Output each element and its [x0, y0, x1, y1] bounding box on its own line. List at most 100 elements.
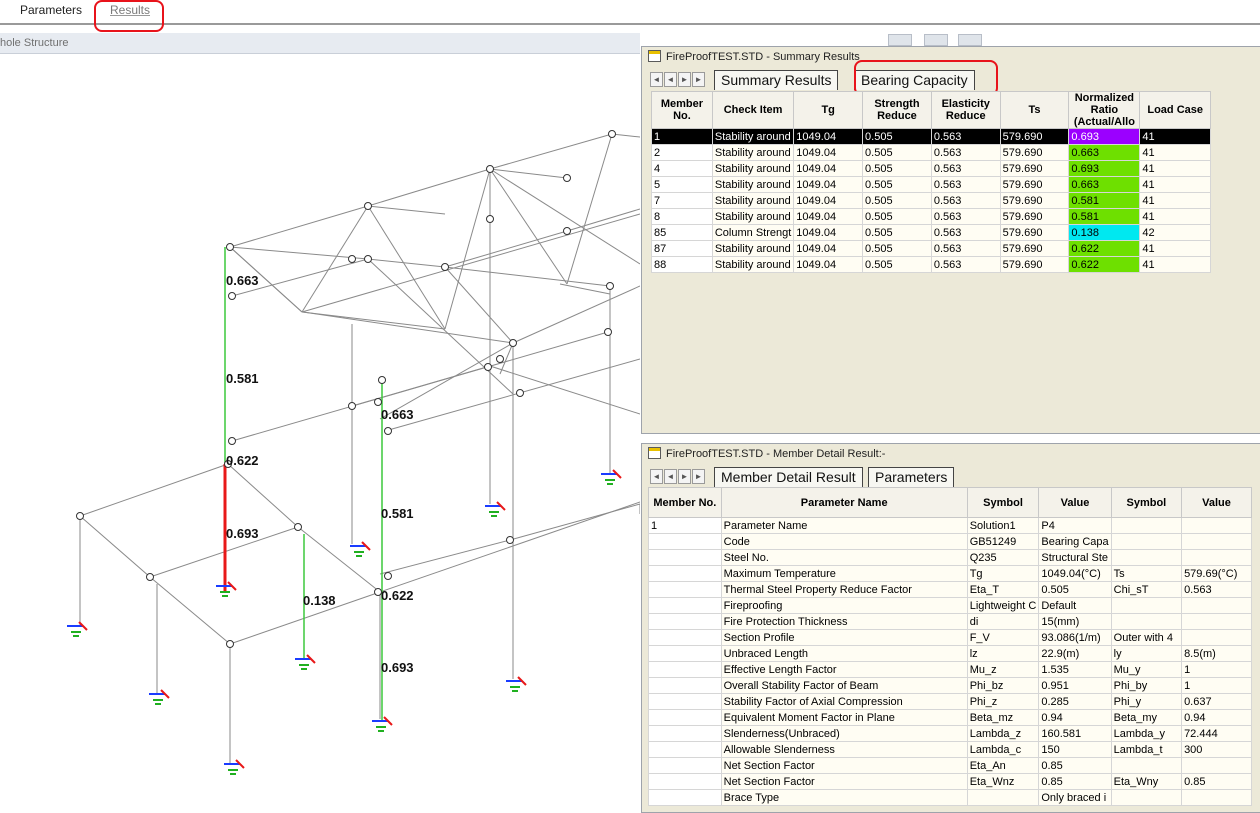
- detail-cell[interactable]: Lambda_c: [966, 741, 1040, 758]
- detail-cell[interactable]: Eta_T: [966, 581, 1040, 598]
- detail-cell[interactable]: Structural Ste: [1038, 549, 1112, 566]
- cell-ratio[interactable]: 0.581: [1068, 208, 1141, 225]
- detail-cell[interactable]: [966, 789, 1040, 806]
- cell-ratio[interactable]: 0.622: [1068, 256, 1141, 273]
- table-row[interactable]: Section Profile F_V 93.086(1/m) Outer with …: [648, 629, 1252, 646]
- detail-cell[interactable]: Phi_bz: [966, 677, 1040, 694]
- detail-cell[interactable]: 0.94: [1181, 709, 1252, 726]
- detail-cell[interactable]: Tg: [966, 565, 1040, 582]
- table-row[interactable]: Equivalent Moment Factor in Plane Beta_mz…: [648, 709, 1252, 726]
- detail-cell[interactable]: Fire Protection Thickness: [720, 613, 968, 630]
- detail-cell[interactable]: [648, 629, 722, 646]
- detail-cell[interactable]: [648, 565, 722, 582]
- cell-lc[interactable]: 41: [1139, 240, 1211, 257]
- detail-cell[interactable]: [1181, 517, 1252, 534]
- table-row[interactable]: Overall Stability Factor of Beam Phi_bz 0.…: [648, 677, 1252, 694]
- col-ts[interactable]: Ts: [999, 91, 1070, 129]
- cell-tg[interactable]: 1049.04: [793, 144, 864, 161]
- cell-tg[interactable]: 1049.04: [793, 192, 864, 209]
- col-check-item[interactable]: Check Item: [711, 91, 795, 129]
- cell-er[interactable]: 0.563: [930, 240, 1001, 257]
- cell-er[interactable]: 0.563: [930, 256, 1001, 273]
- detail-cell[interactable]: [1110, 789, 1183, 806]
- detail-cell[interactable]: Chi_sT: [1110, 581, 1183, 598]
- detail-cell[interactable]: [1181, 789, 1252, 806]
- detail-cell[interactable]: [648, 597, 722, 614]
- detail-cell[interactable]: Lambda_y: [1110, 725, 1183, 742]
- cell-member[interactable]: 5: [651, 176, 713, 193]
- cell-member[interactable]: 7: [651, 192, 713, 209]
- detail-cell[interactable]: Q235: [966, 549, 1040, 566]
- detail-cell[interactable]: 22.9(m): [1038, 645, 1112, 662]
- detail-cell[interactable]: Code: [720, 533, 968, 550]
- cell-item[interactable]: Stability around: [711, 128, 795, 145]
- cell-sr[interactable]: 0.505: [862, 176, 932, 193]
- detail-cell[interactable]: lz: [966, 645, 1040, 662]
- detail-cell[interactable]: [1110, 597, 1183, 614]
- detail-cell[interactable]: Mu_y: [1110, 661, 1183, 678]
- detail-cell[interactable]: Net Section Factor: [720, 757, 968, 774]
- col-strength-reduce[interactable]: Strength Reduce: [862, 91, 932, 129]
- detail-cell[interactable]: Steel No.: [720, 549, 968, 566]
- cell-ts[interactable]: 579.690: [999, 176, 1070, 193]
- col-parameter-name[interactable]: Parameter Name: [720, 487, 968, 518]
- table-row[interactable]: Stability Factor of Axial Compression Phi…: [648, 693, 1252, 710]
- detail-cell[interactable]: 300: [1181, 741, 1252, 758]
- cell-er[interactable]: 0.563: [930, 176, 1001, 193]
- cell-tg[interactable]: 1049.04: [793, 208, 864, 225]
- detail-cell[interactable]: di: [966, 613, 1040, 630]
- cell-item[interactable]: Stability around: [711, 256, 795, 273]
- detail-cell[interactable]: Only braced i: [1038, 789, 1112, 806]
- cell-ratio[interactable]: 0.693: [1068, 128, 1141, 145]
- tab-parameters[interactable]: Parameters: [20, 3, 82, 17]
- next-tab-icon[interactable]: ►: [678, 469, 691, 484]
- cell-tg[interactable]: 1049.04: [793, 256, 864, 273]
- detail-cell[interactable]: 0.85: [1038, 773, 1112, 790]
- detail-cell[interactable]: Brace Type: [720, 789, 968, 806]
- col-tg[interactable]: Tg: [793, 91, 864, 129]
- detail-cell[interactable]: [648, 581, 722, 598]
- detail-cell[interactable]: Phi_by: [1110, 677, 1183, 694]
- cell-ratio[interactable]: 0.622: [1068, 240, 1141, 257]
- detail-cell[interactable]: Overall Stability Factor of Beam: [720, 677, 968, 694]
- cell-er[interactable]: 0.563: [930, 144, 1001, 161]
- col-member-no[interactable]: Member No.: [648, 487, 722, 518]
- detail-cell[interactable]: GB51249: [966, 533, 1040, 550]
- table-row[interactable]: Net Section Factor Eta_An 0.85: [648, 757, 1252, 774]
- col-load-case[interactable]: Load Case: [1139, 91, 1211, 129]
- detail-cell[interactable]: 72.444: [1181, 725, 1252, 742]
- table-row[interactable]: 1 Parameter Name Solution1 P4: [648, 517, 1252, 534]
- table-row[interactable]: 8 Stability around 1049.04 0.505 0.563 579.69…: [651, 208, 1211, 225]
- detail-cell[interactable]: 15(mm): [1038, 613, 1112, 630]
- detail-cell[interactable]: Solution1: [966, 517, 1040, 534]
- detail-cell[interactable]: ly: [1110, 645, 1183, 662]
- detail-cell[interactable]: Thermal Steel Property Reduce Factor: [720, 581, 968, 598]
- cell-sr[interactable]: 0.505: [862, 144, 932, 161]
- table-row[interactable]: Code GB51249 Bearing Capa: [648, 533, 1252, 550]
- cell-lc[interactable]: 41: [1139, 192, 1211, 209]
- table-row[interactable]: 1 Stability around 1049.04 0.505 0.563 579.69…: [651, 128, 1211, 145]
- cell-sr[interactable]: 0.505: [862, 192, 932, 209]
- cell-item[interactable]: Stability around: [711, 240, 795, 257]
- table-row[interactable]: Brace Type Only braced i: [648, 789, 1252, 806]
- detail-cell[interactable]: Equivalent Moment Factor in Plane: [720, 709, 968, 726]
- cell-er[interactable]: 0.563: [930, 208, 1001, 225]
- cell-ratio[interactable]: 0.581: [1068, 192, 1141, 209]
- cell-member[interactable]: 87: [651, 240, 713, 257]
- detail-cell[interactable]: P4: [1038, 517, 1112, 534]
- cell-lc[interactable]: 41: [1139, 160, 1211, 177]
- detail-cell[interactable]: Default: [1038, 597, 1112, 614]
- detail-cell[interactable]: [1110, 533, 1183, 550]
- detail-cell[interactable]: 1: [648, 517, 722, 534]
- detail-cell[interactable]: Fireproofing: [720, 597, 968, 614]
- cell-er[interactable]: 0.563: [930, 128, 1001, 145]
- cell-sr[interactable]: 0.505: [862, 240, 932, 257]
- cell-ts[interactable]: 579.690: [999, 144, 1070, 161]
- col-member-no[interactable]: Member No.: [651, 91, 713, 129]
- cell-lc[interactable]: 42: [1139, 224, 1211, 241]
- table-row[interactable]: Allowable Slenderness Lambda_c 150 Lambda_t…: [648, 741, 1252, 758]
- cell-member[interactable]: 88: [651, 256, 713, 273]
- cell-member[interactable]: 2: [651, 144, 713, 161]
- last-tab-icon[interactable]: ►: [692, 72, 705, 87]
- cell-item[interactable]: Stability around: [711, 192, 795, 209]
